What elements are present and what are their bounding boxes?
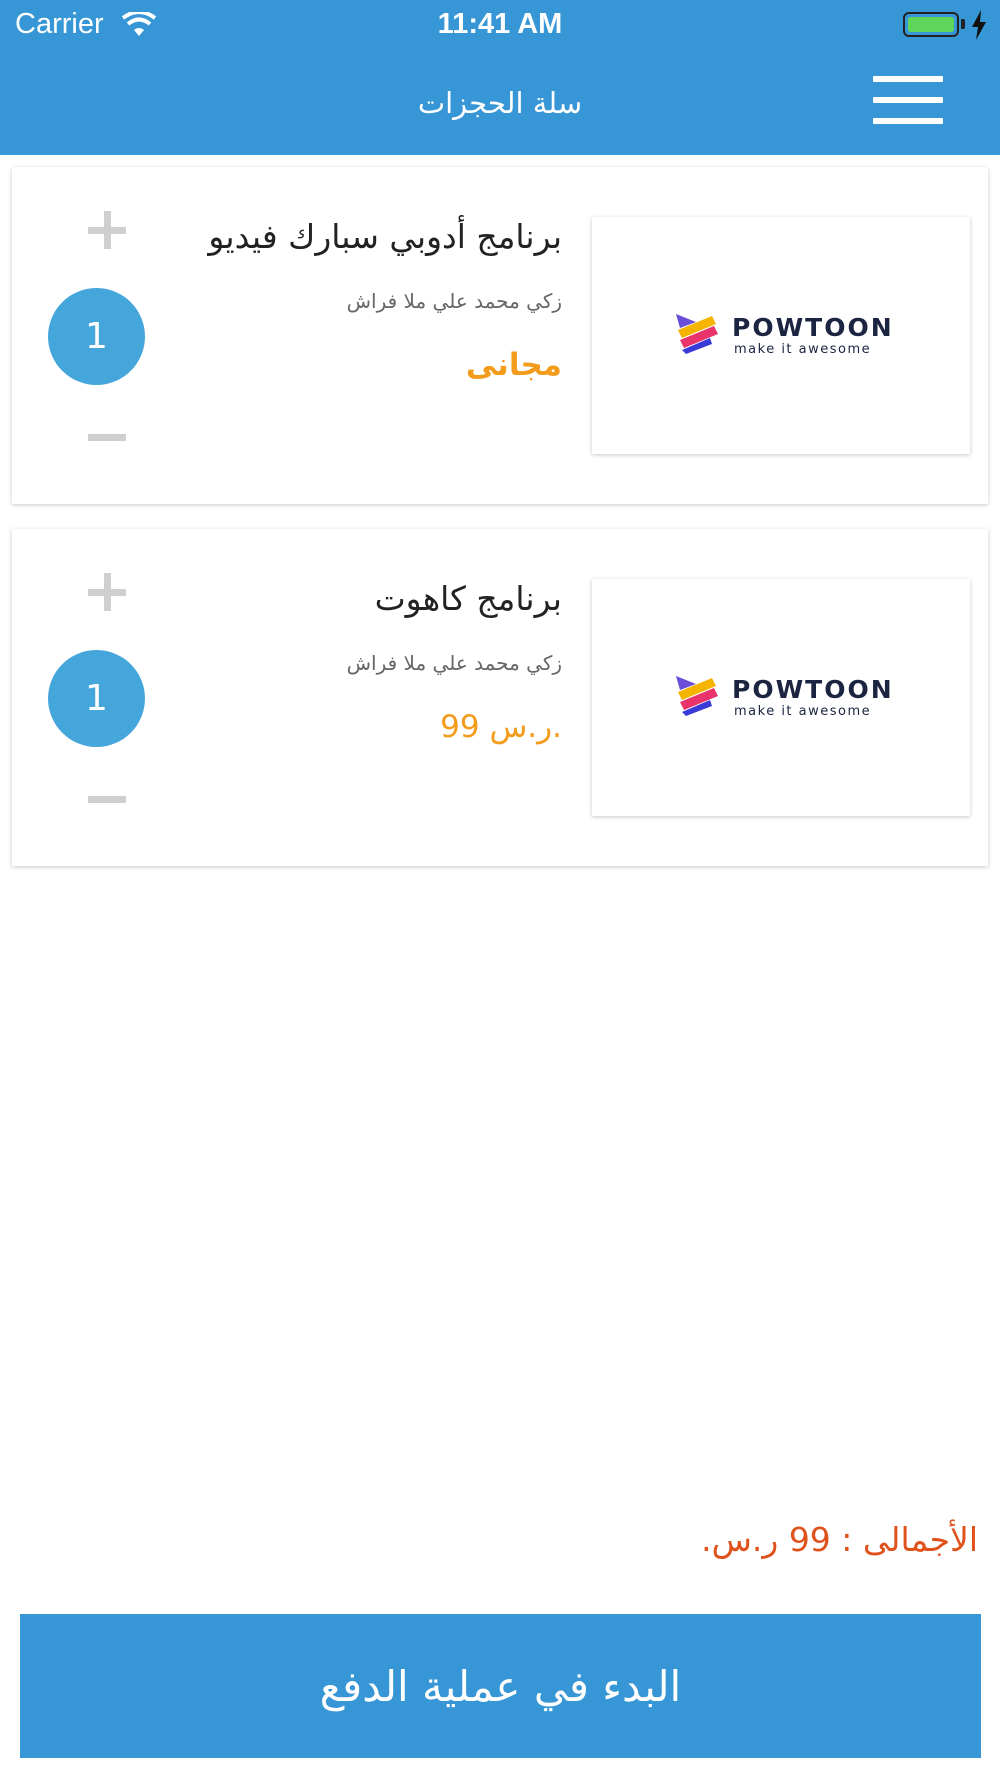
hamburger-menu-icon[interactable] [873,76,943,124]
brand-name: POWTOON [732,675,894,704]
course-price: 99 ر.س. [440,709,562,745]
battery-icon [903,12,959,37]
app-header: Carrier 11:41 AM سلة الحجزات [0,0,1000,155]
powtoon-logo-icon [676,676,718,716]
course-thumbnail: POWTOON make it awesome [592,579,970,816]
increase-quantity-button[interactable] [72,205,142,255]
instructor-name: زكي محمد علي ملا فراش [346,651,562,675]
battery-cap [961,19,965,29]
instructor-name: زكي محمد علي ملا فراش [346,289,562,313]
brand-tagline: make it awesome [734,342,872,357]
quantity-badge: 1 [48,288,145,385]
course-title: برنامج كاهوت [374,579,562,618]
brand-name: POWTOON [732,313,894,342]
charging-icon [972,10,986,40]
decrease-quantity-button[interactable] [72,412,142,462]
status-time: 11:41 AM [437,8,563,40]
battery-level [908,17,954,32]
cart-total: الأجمالى : 99 ر.س. [701,1520,978,1559]
course-price: مجانى [465,347,562,383]
brand-tagline: make it awesome [734,704,872,719]
status-bar: Carrier 11:41 AM [0,0,1000,50]
course-thumbnail: POWTOON make it awesome [592,217,970,454]
quantity-badge: 1 [48,650,145,747]
cart-item: POWTOON make it awesome برنامج كاهوت زكي… [12,529,988,866]
cart-item: POWTOON make it awesome برنامج أدوبي سبا… [12,167,988,504]
increase-quantity-button[interactable] [72,567,142,617]
page-title: سلة الحجزات [417,86,583,120]
powtoon-logo-icon [676,314,718,354]
decrease-quantity-button[interactable] [72,774,142,824]
course-title: برنامج أدوبي سبارك فيديو [208,217,562,256]
checkout-button[interactable]: البدء في عملية الدفع [20,1614,981,1758]
